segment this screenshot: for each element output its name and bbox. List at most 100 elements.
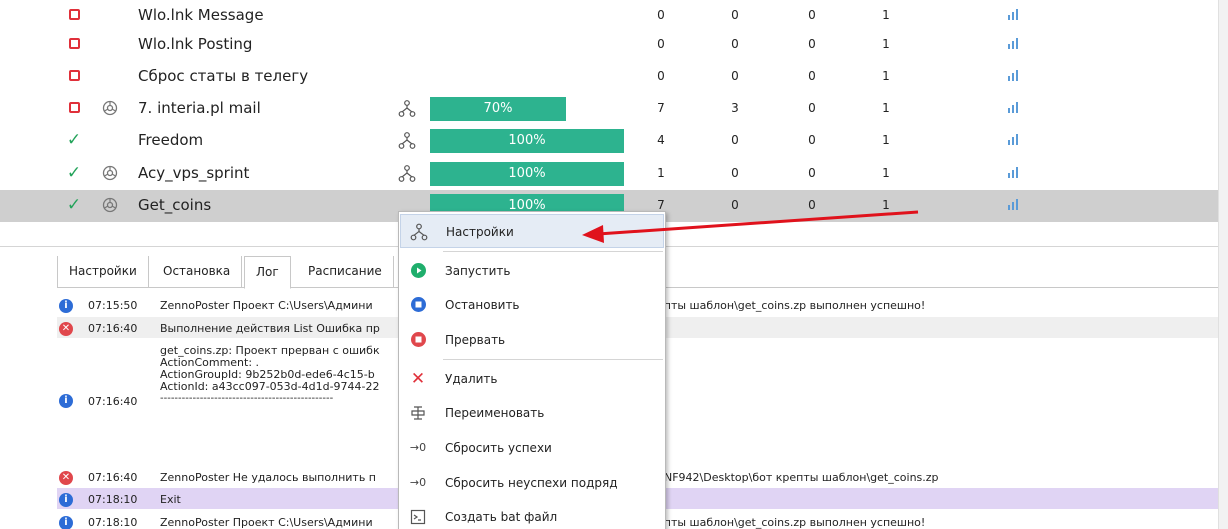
menu-item-create-bat[interactable]: Создать bat файл [400,500,664,529]
menu-item-label: Удалить [445,372,498,386]
browser-icon [101,93,119,125]
project-row[interactable]: 7. interia.pl mail 70% 7 3 0 1 [0,93,1218,125]
status-stopped-icon [60,0,88,32]
project-name: Acy_vps_sprint [138,164,250,182]
log-text: Выполнение действия List Ошибка пр [160,322,380,335]
info-icon: i [59,394,73,408]
menu-item-reset-success[interactable]: →0 Сбросить успехи [400,431,664,465]
bat-file-icon [409,508,427,526]
menu-item-label: Сбросить успехи [445,441,552,455]
count-threads: 1 [882,37,890,51]
vertical-scrollbar[interactable] [1218,0,1228,529]
status-done-icon: ✓ [66,163,82,183]
stats-icon[interactable] [1007,61,1021,93]
stats-icon[interactable] [1007,190,1021,222]
count-threads: 1 [882,198,890,212]
menu-separator [443,359,663,360]
project-row[interactable]: ✓ Acy_vps_sprint 100% 1 0 0 1 [0,158,1218,190]
info-icon: i [59,516,73,529]
menu-item-abort[interactable]: Прервать [400,323,664,357]
delete-icon: ✕ [410,369,426,389]
project-row[interactable]: Wlo.lnk Message 0 0 0 1 [0,0,1218,32]
browser-icon [101,190,119,222]
project-name: Freedom [138,131,204,149]
count-threads: 1 [882,166,890,180]
count-success: 0 [731,8,739,22]
project-row[interactable]: ✓ Freedom 100% 4 0 0 1 [0,125,1218,157]
info-icon: i [59,299,73,313]
log-time: 07:16:40 [88,322,138,335]
stop-icon [409,296,427,314]
tree-icon [398,158,418,190]
progress-bar: 100% [430,162,624,186]
count-threads: 1 [882,8,890,22]
project-name: Get_coins [138,196,212,214]
menu-item-label: Создать bat файл [445,510,558,524]
menu-item-stop[interactable]: Остановить [400,288,664,322]
tree-icon [398,93,418,125]
progress-label: 100% [508,166,546,181]
log-text: ZennoPoster Проект C:\Users\Админи [160,516,373,529]
progress-bar: 100% [430,129,624,153]
tab-stop[interactable]: Остановка [152,256,243,288]
reset-icon: →0 [409,441,427,454]
count-failed: 0 [808,198,816,212]
log-time: 07:18:10 [88,516,138,529]
abort-icon [409,331,427,349]
menu-item-rename[interactable]: Переименовать [400,396,664,430]
stats-icon[interactable] [1007,0,1021,32]
count-failed: 0 [808,37,816,51]
menu-item-delete[interactable]: ✕ Удалить [400,362,664,396]
stats-icon[interactable] [1007,125,1021,157]
status-done-icon: ✓ [66,195,82,215]
count-total: 0 [657,37,665,51]
count-total: 1 [657,166,665,180]
info-icon: i [59,493,73,507]
status-stopped-icon [60,29,88,61]
count-threads: 1 [882,101,890,115]
menu-item-label: Настройки [446,225,514,239]
menu-item-label: Запустить [445,264,511,278]
project-name: Wlo.lnk Posting [138,35,253,53]
project-name: Сброс статы в телегу [138,67,309,85]
reset-icon: →0 [409,476,427,489]
project-row[interactable]: Сброс статы в телегу 0 0 0 1 [0,61,1218,93]
count-total: 4 [657,133,665,147]
tab-settings[interactable]: Настройки [57,256,149,288]
tab-schedule[interactable]: Расписание [297,256,394,288]
project-name: 7. interia.pl mail [138,99,261,117]
count-success: 0 [731,133,739,147]
stats-icon[interactable] [1007,158,1021,190]
tree-icon [410,223,428,241]
error-icon: ✕ [59,322,73,336]
project-name: Wlo.lnk Message [138,6,264,24]
log-time: 07:15:50 [88,299,138,312]
stats-icon[interactable] [1007,29,1021,61]
tab-log[interactable]: Лог [244,256,291,289]
log-line: ActionId: a43cc097-053d-4d1d-9744-22 [160,380,380,393]
progress-label: 100% [508,133,546,148]
log-time: 07:16:40 [88,471,138,484]
stats-icon[interactable] [1007,93,1021,125]
status-stopped-icon [60,61,88,93]
menu-item-settings[interactable]: Настройки [400,214,664,248]
projects-table: Wlo.lnk Message 0 0 0 1 Wlo.lnk Posting … [0,0,1218,247]
menu-item-label: Прервать [445,333,506,347]
error-icon: ✕ [59,471,73,485]
progress-label: 70% [483,101,513,116]
menu-item-label: Сбросить неуспехи подряд [445,476,618,490]
count-success: 0 [731,166,739,180]
log-time: 07:18:10 [88,493,138,506]
progress-bar: 70% [430,97,624,121]
status-done-icon: ✓ [66,130,82,150]
project-row[interactable]: Wlo.lnk Posting 0 0 0 1 [0,29,1218,61]
browser-icon [101,158,119,190]
count-failed: 0 [808,133,816,147]
count-threads: 1 [882,133,890,147]
rename-icon [409,404,427,422]
menu-item-start[interactable]: Запустить [400,254,664,288]
menu-item-reset-failures[interactable]: →0 Сбросить неуспехи подряд [400,466,664,500]
play-icon [409,262,427,280]
log-line: ----------------------------------------… [160,393,334,404]
log-text: Exit [160,493,181,506]
